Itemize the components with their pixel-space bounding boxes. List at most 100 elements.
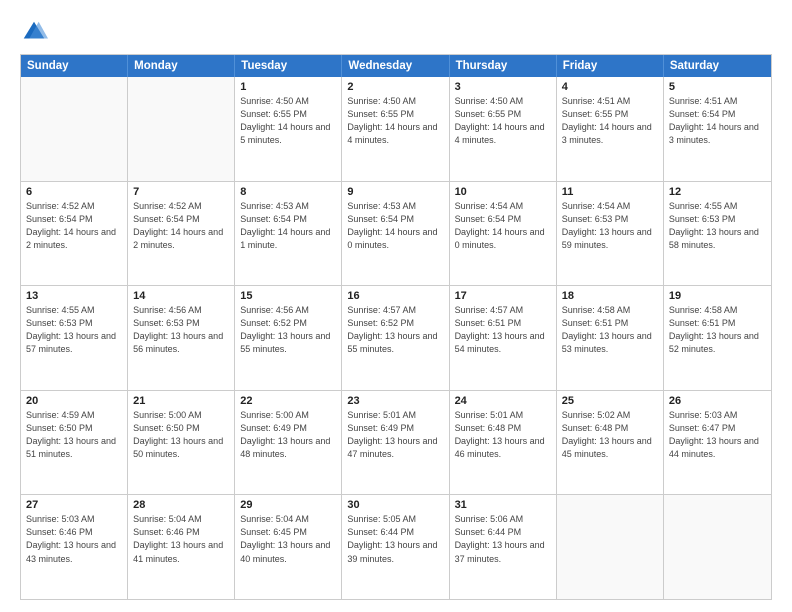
cell-info: Sunrise: 4:55 AMSunset: 6:53 PMDaylight:… [669, 200, 766, 252]
header-day-wednesday: Wednesday [342, 55, 449, 77]
cell-day-number: 29 [240, 499, 336, 511]
calendar-cell: 14Sunrise: 4:56 AMSunset: 6:53 PMDayligh… [128, 286, 235, 390]
calendar-cell: 30Sunrise: 5:05 AMSunset: 6:44 PMDayligh… [342, 495, 449, 599]
cell-info: Sunrise: 4:53 AMSunset: 6:54 PMDaylight:… [347, 200, 443, 252]
calendar-cell: 12 Sunrise: 4:55 AMSunset: 6:53 PMDayligh… [664, 182, 771, 286]
cell-day-number: 24 [455, 395, 551, 407]
calendar-cell: 10 Sunrise: 4:54 AMSunset: 6:54 PMDayligh… [450, 182, 557, 286]
cell-day-number: 2 [347, 81, 443, 93]
cell-day-number: 18 [562, 290, 658, 302]
cell-info: Sunrise: 4:51 AMSunset: 6:54 PMDaylight:… [669, 95, 766, 147]
calendar-cell: 11 Sunrise: 4:54 AMSunset: 6:53 PMDayligh… [557, 182, 664, 286]
calendar: SundayMondayTuesdayWednesdayThursdayFrid… [20, 54, 772, 600]
cell-info: Sunrise: 5:05 AMSunset: 6:44 PMDaylight:… [347, 513, 443, 565]
cell-info: Sunrise: 4:51 AMSunset: 6:55 PMDaylight:… [562, 95, 658, 147]
cell-info: Sunrise: 4:58 AMSunset: 6:51 PMDaylight:… [562, 304, 658, 356]
cell-info: Sunrise: 5:01 AMSunset: 6:49 PMDaylight:… [347, 409, 443, 461]
calendar-cell: 1 Sunrise: 4:50 AMSunset: 6:55 PMDaylight… [235, 77, 342, 181]
cell-info: Sunrise: 4:52 AMSunset: 6:54 PMDaylight:… [26, 200, 122, 252]
calendar-cell: 2 Sunrise: 4:50 AMSunset: 6:55 PMDaylight… [342, 77, 449, 181]
cell-day-number: 20 [26, 395, 122, 407]
calendar-cell: 27Sunrise: 5:03 AMSunset: 6:46 PMDayligh… [21, 495, 128, 599]
cell-info: Sunrise: 4:55 AMSunset: 6:53 PMDaylight:… [26, 304, 122, 356]
header-day-saturday: Saturday [664, 55, 771, 77]
calendar-cell [128, 77, 235, 181]
calendar-cell: 29 Sunrise: 5:04 AMSunset: 6:45 PMDayligh… [235, 495, 342, 599]
cell-day-number: 10 [455, 186, 551, 198]
cell-info: Sunrise: 4:53 AMSunset: 6:54 PMDaylight:… [240, 200, 336, 252]
calendar-cell: 8 Sunrise: 4:53 AMSunset: 6:54 PMDaylight… [235, 182, 342, 286]
cell-info: Sunrise: 5:00 AMSunset: 6:49 PMDaylight:… [240, 409, 336, 461]
calendar-cell: 3 Sunrise: 4:50 AMSunset: 6:55 PMDaylight… [450, 77, 557, 181]
cell-day-number: 3 [455, 81, 551, 93]
calendar-cell: 17 Sunrise: 4:57 AMSunset: 6:51 PMDayligh… [450, 286, 557, 390]
cell-info: Sunrise: 5:03 AMSunset: 6:47 PMDaylight:… [669, 409, 766, 461]
calendar-row-3: 13 Sunrise: 4:55 AMSunset: 6:53 PMDayligh… [21, 285, 771, 390]
cell-info: Sunrise: 4:56 AMSunset: 6:52 PMDaylight:… [240, 304, 336, 356]
calendar-cell: 28 Sunrise: 5:04 AMSunset: 6:46 PMDayligh… [128, 495, 235, 599]
header-day-tuesday: Tuesday [235, 55, 342, 77]
calendar-header: SundayMondayTuesdayWednesdayThursdayFrid… [21, 55, 771, 77]
calendar-cell [664, 495, 771, 599]
cell-day-number: 31 [455, 499, 551, 511]
header [20, 18, 772, 46]
cell-info: Sunrise: 4:50 AMSunset: 6:55 PMDaylight:… [455, 95, 551, 147]
cell-info: Sunrise: 4:54 AMSunset: 6:54 PMDaylight:… [455, 200, 551, 252]
cell-info: Sunrise: 4:50 AMSunset: 6:55 PMDaylight:… [347, 95, 443, 147]
cell-info: Sunrise: 4:58 AMSunset: 6:51 PMDaylight:… [669, 304, 766, 356]
cell-day-number: 21 [133, 395, 229, 407]
calendar-row-2: 6Sunrise: 4:52 AMSunset: 6:54 PMDaylight… [21, 181, 771, 286]
cell-day-number: 13 [26, 290, 122, 302]
header-day-thursday: Thursday [450, 55, 557, 77]
cell-day-number: 7 [133, 186, 229, 198]
calendar-body: 1 Sunrise: 4:50 AMSunset: 6:55 PMDaylight… [21, 77, 771, 599]
cell-day-number: 12 [669, 186, 766, 198]
calendar-cell: 18 Sunrise: 4:58 AMSunset: 6:51 PMDayligh… [557, 286, 664, 390]
calendar-cell: 9 Sunrise: 4:53 AMSunset: 6:54 PMDaylight… [342, 182, 449, 286]
cell-day-number: 17 [455, 290, 551, 302]
cell-day-number: 27 [26, 499, 122, 511]
header-day-monday: Monday [128, 55, 235, 77]
calendar-cell: 6Sunrise: 4:52 AMSunset: 6:54 PMDaylight… [21, 182, 128, 286]
calendar-cell: 26 Sunrise: 5:03 AMSunset: 6:47 PMDayligh… [664, 391, 771, 495]
calendar-row-4: 20 Sunrise: 4:59 AMSunset: 6:50 PMDayligh… [21, 390, 771, 495]
cell-day-number: 8 [240, 186, 336, 198]
page: SundayMondayTuesdayWednesdayThursdayFrid… [0, 0, 792, 612]
calendar-cell: 22 Sunrise: 5:00 AMSunset: 6:49 PMDayligh… [235, 391, 342, 495]
calendar-cell: 31Sunrise: 5:06 AMSunset: 6:44 PMDayligh… [450, 495, 557, 599]
cell-info: Sunrise: 5:04 AMSunset: 6:45 PMDaylight:… [240, 513, 336, 565]
calendar-cell: 15Sunrise: 4:56 AMSunset: 6:52 PMDayligh… [235, 286, 342, 390]
cell-day-number: 5 [669, 81, 766, 93]
cell-info: Sunrise: 4:57 AMSunset: 6:51 PMDaylight:… [455, 304, 551, 356]
cell-info: Sunrise: 4:54 AMSunset: 6:53 PMDaylight:… [562, 200, 658, 252]
calendar-cell: 25Sunrise: 5:02 AMSunset: 6:48 PMDayligh… [557, 391, 664, 495]
calendar-cell: 21 Sunrise: 5:00 AMSunset: 6:50 PMDayligh… [128, 391, 235, 495]
cell-info: Sunrise: 4:56 AMSunset: 6:53 PMDaylight:… [133, 304, 229, 356]
cell-info: Sunrise: 5:01 AMSunset: 6:48 PMDaylight:… [455, 409, 551, 461]
header-day-friday: Friday [557, 55, 664, 77]
cell-day-number: 11 [562, 186, 658, 198]
cell-info: Sunrise: 4:59 AMSunset: 6:50 PMDaylight:… [26, 409, 122, 461]
cell-day-number: 19 [669, 290, 766, 302]
cell-day-number: 25 [562, 395, 658, 407]
cell-day-number: 4 [562, 81, 658, 93]
calendar-cell: 4 Sunrise: 4:51 AMSunset: 6:55 PMDaylight… [557, 77, 664, 181]
cell-info: Sunrise: 5:00 AMSunset: 6:50 PMDaylight:… [133, 409, 229, 461]
calendar-cell: 19 Sunrise: 4:58 AMSunset: 6:51 PMDayligh… [664, 286, 771, 390]
cell-day-number: 1 [240, 81, 336, 93]
cell-day-number: 9 [347, 186, 443, 198]
cell-day-number: 26 [669, 395, 766, 407]
header-day-sunday: Sunday [21, 55, 128, 77]
cell-day-number: 16 [347, 290, 443, 302]
cell-info: Sunrise: 4:52 AMSunset: 6:54 PMDaylight:… [133, 200, 229, 252]
cell-day-number: 22 [240, 395, 336, 407]
cell-info: Sunrise: 5:04 AMSunset: 6:46 PMDaylight:… [133, 513, 229, 565]
logo-icon [20, 18, 48, 46]
calendar-row-1: 1 Sunrise: 4:50 AMSunset: 6:55 PMDaylight… [21, 77, 771, 181]
calendar-row-5: 27Sunrise: 5:03 AMSunset: 6:46 PMDayligh… [21, 494, 771, 599]
calendar-cell: 13 Sunrise: 4:55 AMSunset: 6:53 PMDayligh… [21, 286, 128, 390]
cell-day-number: 23 [347, 395, 443, 407]
cell-day-number: 28 [133, 499, 229, 511]
cell-info: Sunrise: 4:50 AMSunset: 6:55 PMDaylight:… [240, 95, 336, 147]
cell-info: Sunrise: 4:57 AMSunset: 6:52 PMDaylight:… [347, 304, 443, 356]
